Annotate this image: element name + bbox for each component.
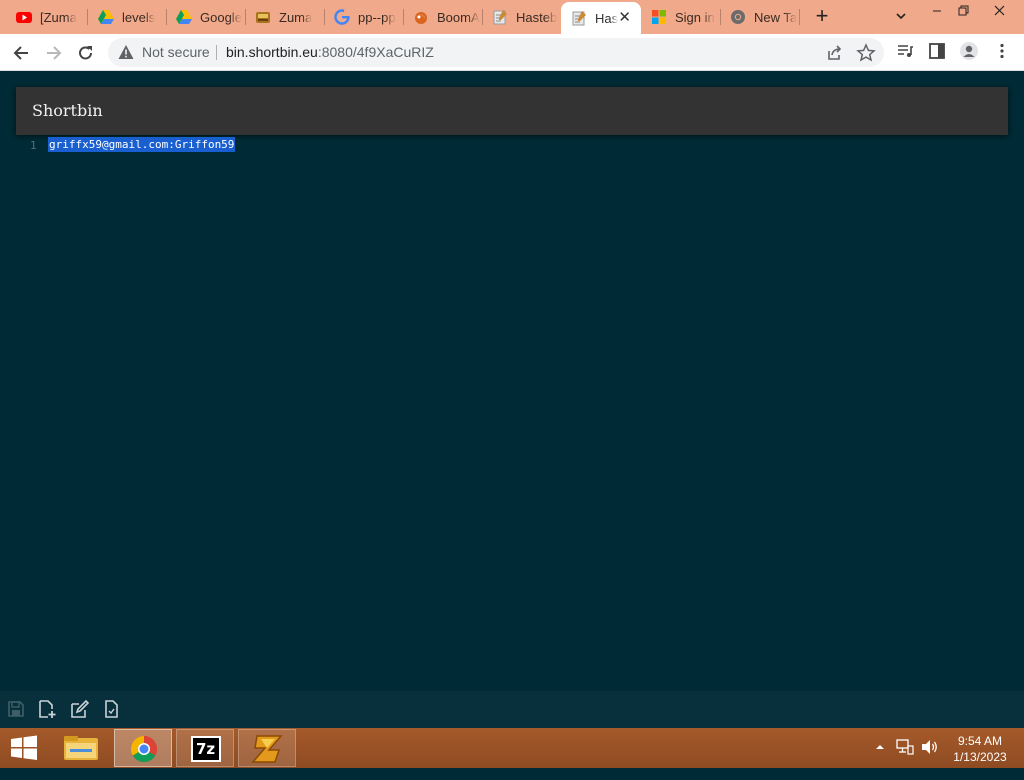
action-bar <box>0 691 1024 728</box>
tab-title: Has <box>595 10 619 26</box>
share-icon[interactable] <box>824 43 844 63</box>
reload-button[interactable] <box>74 41 98 65</box>
google-drive-icon <box>98 9 114 25</box>
tab-pp-pp[interactable]: pp--pp <box>324 0 402 34</box>
profile-avatar-icon[interactable] <box>959 41 979 61</box>
microsoft-icon <box>651 9 667 25</box>
tab-title: Sign in <box>675 9 715 25</box>
file-explorer-icon[interactable] <box>52 729 110 767</box>
tab-title: Google <box>200 9 242 25</box>
new-tab-button[interactable]: + <box>810 5 834 29</box>
tab-zuma-youtube[interactable]: [Zuma <box>6 0 86 34</box>
paste-line-text[interactable]: griffx59@gmail.com:Griffon59 <box>48 137 236 152</box>
tab-booma[interactable]: BoomA <box>403 0 481 34</box>
tab-hastebin[interactable]: Hasteb <box>482 0 560 34</box>
zuma-game-icon <box>255 9 271 25</box>
chrome-icon <box>730 9 746 25</box>
google-drive-icon <box>176 9 192 25</box>
raw-text-icon[interactable] <box>101 699 121 719</box>
tab-title: New Ta <box>754 9 798 25</box>
google-icon <box>334 9 350 25</box>
bookmark-star-icon[interactable] <box>856 43 876 63</box>
clock-date: 1/13/2023 <box>953 750 1007 764</box>
tab-title: Hasteb <box>516 9 558 25</box>
back-button[interactable] <box>9 41 33 65</box>
tab-search-icon[interactable] <box>884 0 918 24</box>
tab-strip: [Zuma levels Google Zuma pp--pp BoomA Ha… <box>0 0 1024 34</box>
hastebin-icon <box>571 10 587 26</box>
page-header: Shortbin <box>16 87 1008 135</box>
tab-title: levels <box>122 9 156 25</box>
address-bar[interactable]: Not secure bin.shortbin.eu:8080/4f9XaCuR… <box>108 38 884 67</box>
url-path: :8080/4f9XaCuRIZ <box>317 44 434 60</box>
tab-title: [Zuma <box>40 9 77 25</box>
hastebin-icon <box>492 9 508 25</box>
brand-title[interactable]: Shortbin <box>32 101 103 120</box>
tab-hastebin-active[interactable]: Has ✕ <box>561 2 641 34</box>
restore-button[interactable] <box>946 0 980 24</box>
volume-icon[interactable] <box>920 738 940 778</box>
tab-zuma[interactable]: Zuma <box>245 0 323 34</box>
chrome-taskbar-icon[interactable] <box>114 729 172 767</box>
close-tab-icon[interactable]: ✕ <box>618 9 631 27</box>
page-content: Shortbin 1 griffx59@gmail.com:Griffon59 <box>0 71 1024 728</box>
zuma-game-taskbar-icon[interactable] <box>238 729 296 767</box>
url-host: bin.shortbin.eu <box>226 44 318 60</box>
divider <box>216 45 217 60</box>
show-hidden-icons[interactable] <box>874 740 886 780</box>
browser-toolbar: Not secure bin.shortbin.eu:8080/4f9XaCuR… <box>0 34 1024 71</box>
forward-button[interactable] <box>42 41 66 65</box>
close-window-button[interactable] <box>982 0 1016 24</box>
line-number: 1 <box>30 139 37 152</box>
tab-google[interactable]: Google <box>166 0 244 34</box>
security-label[interactable]: Not secure <box>142 44 210 60</box>
system-clock[interactable]: 9:54 AM 1/13/2023 <box>940 733 1020 765</box>
menu-kebab-icon[interactable] <box>992 41 1012 61</box>
clock-time: 9:54 AM <box>957 734 1003 748</box>
windows-taskbar: 7z 9:54 AM 1/13/2023 <box>0 728 1024 768</box>
tab-sign-in[interactable]: Sign in <box>641 0 719 34</box>
7zip-label: 7z <box>196 740 216 758</box>
network-icon[interactable] <box>896 738 914 778</box>
tab-title: pp--pp <box>358 9 396 25</box>
side-panel-icon[interactable] <box>927 41 947 61</box>
youtube-icon <box>16 9 32 25</box>
start-button[interactable] <box>0 729 48 767</box>
tab-levels[interactable]: levels <box>88 0 166 34</box>
7zip-icon[interactable]: 7z <box>176 729 234 767</box>
tab-new-tab[interactable]: New Ta <box>720 0 798 34</box>
save-icon[interactable] <box>6 699 26 719</box>
new-paste-icon[interactable] <box>37 699 57 719</box>
media-control-icon[interactable] <box>895 41 915 61</box>
tab-title: Zuma <box>279 9 313 25</box>
url-text[interactable]: bin.shortbin.eu:8080/4f9XaCuRIZ <box>226 44 434 60</box>
tab-title: BoomA <box>437 9 480 25</box>
boom-icon <box>413 9 429 25</box>
warning-icon[interactable] <box>118 44 134 60</box>
edit-icon[interactable] <box>69 699 90 719</box>
